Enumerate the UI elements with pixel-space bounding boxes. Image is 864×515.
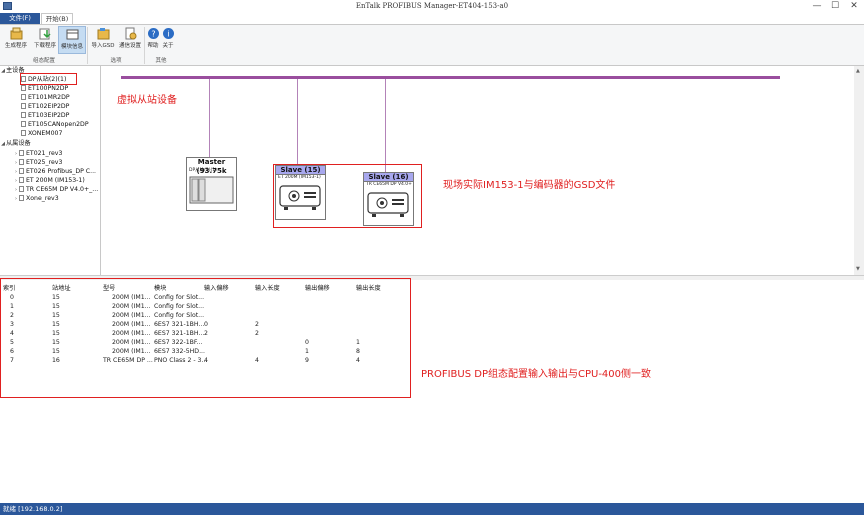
master-header: Master (93.75k: [196, 158, 227, 175]
group-label-other: 其他: [155, 58, 167, 64]
file-icon: [21, 112, 26, 118]
close-button[interactable]: ✕: [845, 1, 863, 12]
module-info-button[interactable]: 模块信息: [58, 26, 86, 54]
file-icon: [21, 121, 26, 127]
bus-drop-line: [385, 79, 386, 172]
file-icon: [21, 85, 26, 91]
module-info-icon: [66, 29, 78, 40]
file-icon: [19, 159, 24, 165]
tree-slave-header[interactable]: ◢从属设备: [0, 139, 31, 148]
generate-program-icon: [10, 27, 22, 40]
tree-item-slave[interactable]: › TR CE65M DP V4.0+_...: [13, 185, 98, 194]
comm-settings-button[interactable]: 通信设置: [116, 26, 144, 54]
comm-settings-icon: [125, 27, 136, 40]
tree-item-master[interactable]: ET105CANopen2DP: [21, 120, 89, 129]
title-bar: EnTalk PROFIBUS Manager-ET404-153-a0 — ☐…: [0, 0, 864, 13]
tree-item-master[interactable]: ET101MR2DP: [21, 93, 70, 102]
import-gsd-button[interactable]: 导入GSD: [89, 26, 117, 54]
tab-start[interactable]: 开始(B): [41, 13, 73, 24]
tree-item-slave[interactable]: › Xone_rev3: [13, 194, 59, 203]
tree-item-master[interactable]: XONEM007: [21, 129, 62, 138]
scroll-down-icon[interactable]: ▼: [856, 266, 860, 272]
generate-program-button[interactable]: 生成程序: [2, 26, 30, 54]
group-label-config: 组态配置: [32, 58, 55, 64]
tree-item-master[interactable]: ET100PN2DP: [21, 84, 68, 93]
master-device[interactable]: Master (93.75k DP从站(2)(1): [186, 157, 237, 211]
svg-text:?: ?: [151, 30, 155, 39]
tree-item-slave[interactable]: › ET025_rev3: [13, 158, 62, 167]
plc-rack-icon: [189, 176, 234, 204]
file-icon: [19, 177, 24, 183]
tree-item-master[interactable]: ET103EIP2DP: [21, 111, 69, 120]
file-icon: [21, 94, 26, 100]
annotation-gsd: 现场实际IM153-1与编码器的GSD文件: [443, 180, 616, 191]
scroll-up-icon[interactable]: ▲: [856, 68, 860, 74]
maximize-button[interactable]: ☐: [826, 1, 844, 12]
profibus-line: [121, 76, 780, 79]
download-program-icon: [39, 28, 51, 40]
ribbon-tabs: 文件(F) 开始(B): [0, 13, 864, 24]
tree-item-slave[interactable]: › ET021_rev3: [13, 149, 62, 158]
tree-item-master[interactable]: ET102EIP2DP: [21, 102, 69, 111]
canvas-vertical-scrollbar[interactable]: [854, 66, 864, 275]
annotation-virtual-slave: 虚拟从站设备: [117, 95, 177, 106]
group-label-options: 选项: [110, 58, 122, 64]
file-icon: [21, 103, 26, 109]
file-icon: [21, 130, 26, 136]
help-button[interactable]: ? 帮助: [146, 26, 160, 54]
status-bar: 就绪 [192.168.0.2]: [0, 503, 864, 515]
bus-drop-line: [297, 79, 298, 165]
help-icon: ?: [147, 28, 159, 39]
tree-item-slave[interactable]: › ET 200M (IM153-1): [13, 176, 85, 185]
annotation-io-config: PROFIBUS DP组态配置输入输出与CPU-400侧一致: [421, 369, 652, 380]
about-button[interactable]: i 关于: [161, 26, 175, 54]
group-divider: [144, 27, 145, 64]
file-icon: [19, 168, 24, 174]
about-icon: i: [162, 28, 174, 39]
bus-drop-line: [209, 79, 210, 157]
group-divider: [87, 27, 88, 64]
svg-text:i: i: [167, 30, 169, 39]
highlight-box: [273, 164, 422, 228]
file-icon: [19, 186, 24, 192]
tree-item-slave[interactable]: › ET026 Profibus_DP C...: [13, 167, 96, 176]
window-title: EnTalk PROFIBUS Manager-ET404-153-a0: [355, 2, 509, 10]
minimize-button[interactable]: —: [808, 1, 826, 12]
tab-file[interactable]: 文件(F): [0, 13, 40, 24]
file-icon: [19, 195, 24, 201]
highlight-box: [20, 73, 77, 85]
highlight-box: [0, 278, 411, 398]
ribbon: 生成程序 下载程序 模块信息 组态配置 导入GSD 通信设置 选项 ? 帮助 i…: [0, 24, 864, 66]
device-tree: ◢主设备 DP从站(2)(1) ET100PN2DP ET101MR2DP ET…: [0, 66, 101, 275]
download-program-button[interactable]: 下载程序: [31, 26, 59, 54]
import-gsd-icon: [97, 28, 109, 40]
file-icon: [19, 150, 24, 156]
